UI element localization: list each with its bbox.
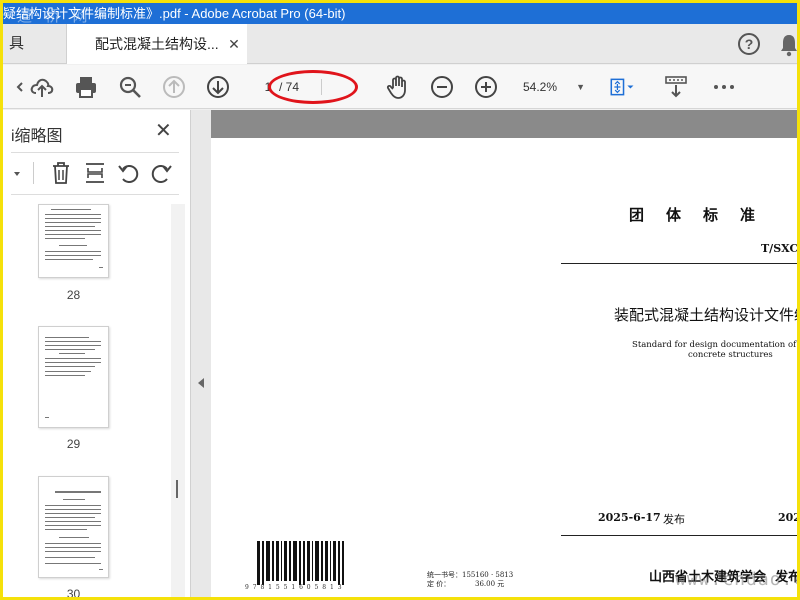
more-icon[interactable]	[711, 74, 737, 100]
previous-page-icon[interactable]	[161, 74, 187, 100]
chevron-left-icon[interactable]	[7, 74, 23, 100]
english-title-line1: Standard for design documentation of ass…	[632, 340, 797, 350]
scroll-mode-icon[interactable]	[663, 74, 689, 100]
chevron-down-icon: ▼	[576, 82, 585, 92]
rotate-left-icon[interactable]	[117, 160, 141, 186]
extract-pages-icon[interactable]	[83, 160, 107, 186]
price-value: 36.00 元	[475, 580, 505, 588]
zoom-out-icon[interactable]	[429, 74, 455, 100]
zoom-search-icon[interactable]	[117, 74, 143, 100]
red-annotation-oval	[268, 70, 358, 104]
rotate-right-icon[interactable]	[149, 160, 173, 186]
group-standard-heading: 团体标准	[629, 206, 778, 224]
options-dropdown-icon[interactable]	[9, 160, 25, 186]
document-view[interactable]: 团体标准 T/SXCA 装配式混凝土结构设计文件编制 Standard for …	[211, 110, 797, 597]
barcode-digits: 9 7 8 1 5 5 1 6 0 5 8 1 3	[245, 584, 343, 591]
publish-date: 2025-6-17	[598, 511, 661, 524]
close-icon[interactable]: ✕	[155, 118, 172, 143]
page-thumbnails-panel: i缩略图 ✕ 28 29 30	[3, 110, 191, 597]
tab-document[interactable]: 配式混凝土结构设... ✕	[67, 24, 247, 64]
watermark-logo: 道 桥 网	[17, 7, 92, 24]
divider	[11, 152, 179, 153]
thumbnail-page-label: 28	[66, 288, 81, 302]
pdf-page: 团体标准 T/SXCA 装配式混凝土结构设计文件编制 Standard for …	[211, 138, 797, 597]
zoom-in-icon[interactable]	[473, 74, 499, 100]
next-page-icon[interactable]	[205, 74, 231, 100]
chinese-title: 装配式混凝土结构设计文件编制	[614, 306, 797, 324]
trash-icon[interactable]	[49, 160, 73, 186]
acrobat-window: 疑结构设计文件编制标准》.pdf - Adobe Acrobat Pro (64…	[3, 3, 797, 597]
zoom-value: 54.2%	[523, 80, 558, 94]
thumbnail-toolbar	[3, 158, 191, 190]
thumbnail-scrollbar[interactable]	[171, 204, 185, 597]
tab-tools-label: 具	[9, 35, 25, 52]
thumbnail-page-label: 29	[66, 437, 81, 451]
help-icon[interactable]: ?	[738, 33, 760, 55]
bell-icon[interactable]	[779, 33, 797, 57]
panel-splitter[interactable]	[191, 110, 211, 597]
panel-resize-grip[interactable]	[176, 480, 178, 498]
separator	[33, 162, 34, 184]
site-watermark: www.cndao.com	[675, 569, 797, 590]
main-toolbar: 1 / 74 54.2% ▼	[3, 65, 797, 109]
hand-tool-icon[interactable]	[385, 74, 411, 100]
zoom-select[interactable]: 54.2% ▼	[515, 74, 589, 100]
horizontal-rule	[561, 535, 797, 536]
thumbnail-page-label: 30	[66, 587, 81, 597]
publish-label: 发布	[663, 513, 685, 526]
tab-document-label: 配式混凝土结构设...	[95, 36, 219, 52]
upload-cloud-icon[interactable]	[29, 74, 55, 100]
isbn-barcode	[257, 541, 344, 585]
divider	[11, 194, 179, 195]
fit-page-icon[interactable]	[609, 74, 643, 100]
tab-bar: 具 配式混凝土结构设... ✕ ?	[3, 24, 797, 64]
tab-tools[interactable]: 具	[3, 24, 67, 64]
close-icon[interactable]: ✕	[227, 24, 241, 64]
page-thumbnail[interactable]	[38, 476, 109, 578]
implement-date: 2025	[778, 511, 797, 524]
horizontal-rule	[561, 263, 797, 264]
page-thumbnail[interactable]	[38, 326, 109, 428]
title-bar: 疑结构设计文件编制标准》.pdf - Adobe Acrobat Pro (64…	[3, 3, 797, 24]
price-label: 定 价：	[427, 580, 451, 588]
page-thumbnail[interactable]	[38, 204, 109, 278]
english-title-line2: concrete structures	[688, 350, 773, 360]
collapse-arrow-icon[interactable]	[198, 378, 204, 388]
print-icon[interactable]	[73, 74, 99, 100]
standard-code: T/SXCA	[761, 242, 797, 255]
panel-title: i缩略图	[11, 128, 63, 145]
